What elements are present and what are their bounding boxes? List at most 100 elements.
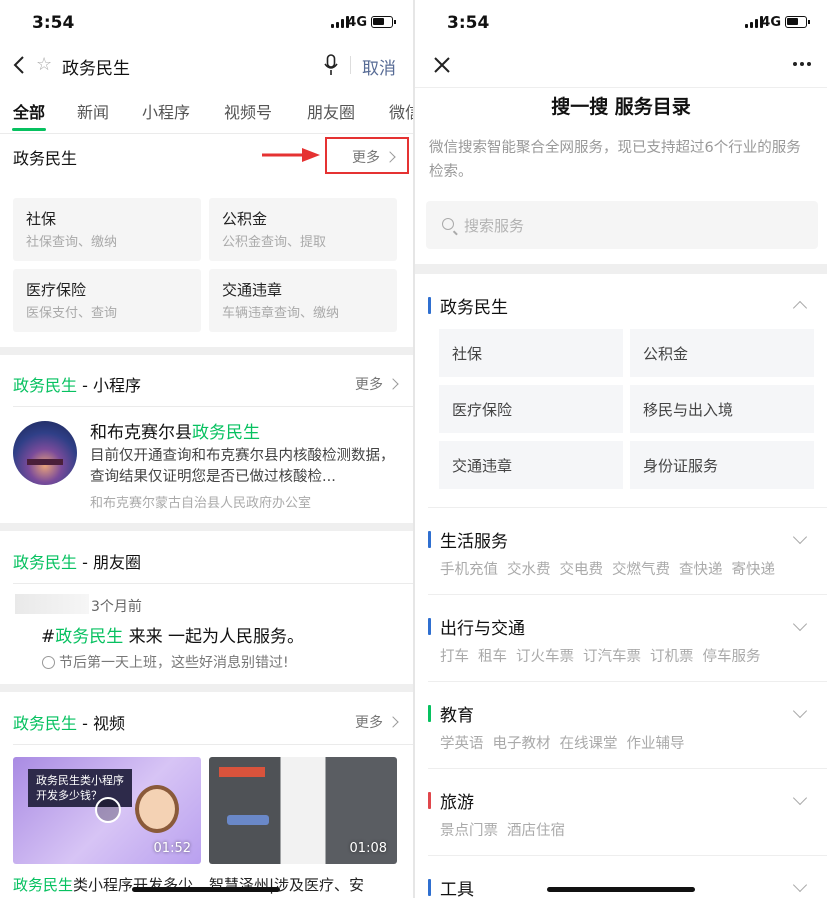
miniprogram-organization: 和布克赛尔蒙古自治县人民政府办公室 (90, 496, 312, 511)
card-subtitle: 社保查询、缴纳 (26, 235, 118, 250)
service-item-social-security[interactable]: 社保 (439, 329, 623, 377)
tab-news[interactable]: 新闻 (77, 99, 109, 123)
status-time: 3:54 (32, 13, 75, 33)
red-arrow-icon (262, 148, 320, 162)
service-card-traffic-violation[interactable]: 交通违章 车辆违章查询、缴纳 (209, 269, 397, 332)
divider (428, 768, 827, 769)
category-subitems: 学英语 电子教材 在线课堂 作业辅导 (440, 736, 685, 752)
service-item-id-card[interactable]: 身份证服务 (630, 441, 814, 489)
divider (13, 744, 413, 745)
more-options-icon[interactable] (793, 62, 811, 66)
tab-miniprogram[interactable]: 小程序 (142, 99, 190, 123)
service-item-immigration[interactable]: 移民与出入境 (630, 385, 814, 433)
microphone-icon[interactable] (324, 54, 338, 76)
videos-section-title: 政务民生 - 视频 (13, 714, 125, 733)
back-arrow-icon[interactable] (12, 55, 26, 75)
video-thumbnail-1[interactable]: 政务民生类小程序 开发多少钱？ 01:52 (13, 757, 201, 864)
divider (415, 87, 827, 88)
status-bar: 3:54 4G (415, 0, 827, 44)
news-logo (219, 767, 265, 777)
miniprogram-section-title: 政务民生 - 小程序 (13, 376, 141, 395)
category-marker (428, 297, 431, 314)
page-title: 搜一搜 服务目录 (551, 96, 691, 118)
tab-moments[interactable]: 朋友圈 (307, 99, 355, 123)
divider (428, 594, 827, 595)
category-subitems: 手机充值 交水费 交电费 交燃气费 查快递 寄快递 (440, 562, 775, 578)
service-section-title: 政务民生 (13, 149, 78, 168)
section-separator (415, 264, 827, 274)
battery-icon (371, 16, 396, 28)
home-indicator (132, 887, 280, 892)
moment-text[interactable]: #政务民生 来来 一起为人民服务。 (41, 622, 304, 647)
section-separator (0, 347, 413, 355)
close-icon[interactable] (433, 56, 451, 74)
home-indicator (547, 887, 695, 892)
moment-link[interactable]: 节后第一天上班，这些好消息别错过! (42, 652, 289, 672)
search-bar: ☆ 政务民生 取消 (0, 44, 413, 86)
moments-section-header: 政务民生 - 朋友圈 (0, 537, 413, 583)
service-search-input[interactable]: 搜索服务 (426, 201, 818, 249)
video-thumbnail-2[interactable]: 01:08 (209, 757, 397, 864)
card-subtitle: 车辆违章查询、缴纳 (222, 306, 340, 321)
category-name: 教育 (440, 706, 474, 726)
battery-icon (785, 16, 810, 28)
chevron-down-icon[interactable] (792, 703, 808, 719)
category-name: 工具 (440, 880, 474, 898)
chevron-down-icon[interactable] (792, 529, 808, 545)
miniprogram-more-button[interactable]: 更多 (355, 374, 399, 394)
divider (350, 56, 351, 74)
presenter-illustration (135, 785, 179, 833)
card-subtitle: 医保支付、查询 (26, 306, 118, 321)
divider (428, 681, 827, 682)
service-card-social-security[interactable]: 社保 社保查询、缴纳 (13, 198, 201, 261)
cancel-button[interactable]: 取消 (362, 54, 396, 79)
category-name: 出行与交通 (440, 619, 525, 639)
network-label: 4G (761, 15, 781, 30)
category-marker (428, 705, 431, 722)
card-title: 医疗保险 (26, 281, 87, 299)
status-bar: 3:54 4G (0, 0, 413, 44)
moments-section-title: 政务民生 - 朋友圈 (13, 553, 141, 572)
star-icon[interactable]: ☆ (36, 54, 52, 75)
play-icon (95, 797, 121, 823)
moment-author-avatar[interactable] (15, 594, 89, 614)
card-title: 社保 (26, 210, 57, 228)
tab-channels[interactable]: 视频号 (224, 99, 272, 123)
video-duration: 01:52 (153, 841, 191, 856)
chevron-right-icon (387, 378, 399, 390)
result-tabs: 全部 新闻 小程序 视频号 朋友圈 微信 (0, 86, 413, 134)
search-icon (442, 218, 454, 230)
service-card-medical-insurance[interactable]: 医疗保险 医保支付、查询 (13, 269, 201, 332)
chevron-down-icon[interactable] (792, 877, 808, 893)
chevron-down-icon[interactable] (792, 616, 808, 632)
tab-all[interactable]: 全部 (13, 99, 45, 123)
service-item-housing-fund[interactable]: 公积金 (630, 329, 814, 377)
divider (428, 855, 827, 856)
service-item-medical-insurance[interactable]: 医疗保险 (439, 385, 623, 433)
category-subitems: 景点门票 酒店住宿 (440, 823, 565, 839)
chevron-down-icon[interactable] (792, 790, 808, 806)
card-title: 交通违章 (222, 281, 283, 299)
category-name: 政务民生 (440, 298, 508, 318)
videos-more-button[interactable]: 更多 (355, 712, 399, 732)
divider (428, 507, 827, 508)
network-label: 4G (347, 15, 367, 30)
service-directory-screen: 3:54 4G 搜一搜 服务目录 微信搜索智能聚合全网服务，现已支持超过6个行业… (415, 0, 827, 898)
category-name: 生活服务 (440, 532, 508, 552)
section-separator (0, 523, 413, 531)
category-marker (428, 879, 431, 896)
divider (13, 583, 413, 584)
miniprogram-avatar[interactable] (13, 421, 77, 485)
tab-wechat[interactable]: 微信 (389, 99, 413, 123)
search-input[interactable]: 政务民生 (62, 54, 130, 79)
document-preview (227, 815, 269, 825)
divider (13, 406, 413, 407)
miniprogram-name[interactable]: 和布克赛尔县政务民生 (90, 418, 260, 443)
service-item-traffic-violation[interactable]: 交通违章 (439, 441, 623, 489)
chevron-up-icon[interactable] (792, 300, 808, 316)
miniprogram-section-header: 政务民生 - 小程序 更多 (0, 360, 413, 406)
search-placeholder: 搜索服务 (464, 217, 525, 235)
category-name: 旅游 (440, 793, 474, 813)
category-subitems: 打车 租车 订火车票 订汽车票 订机票 停车服务 (440, 649, 761, 665)
service-card-housing-fund[interactable]: 公积金 公积金查询、提取 (209, 198, 397, 261)
